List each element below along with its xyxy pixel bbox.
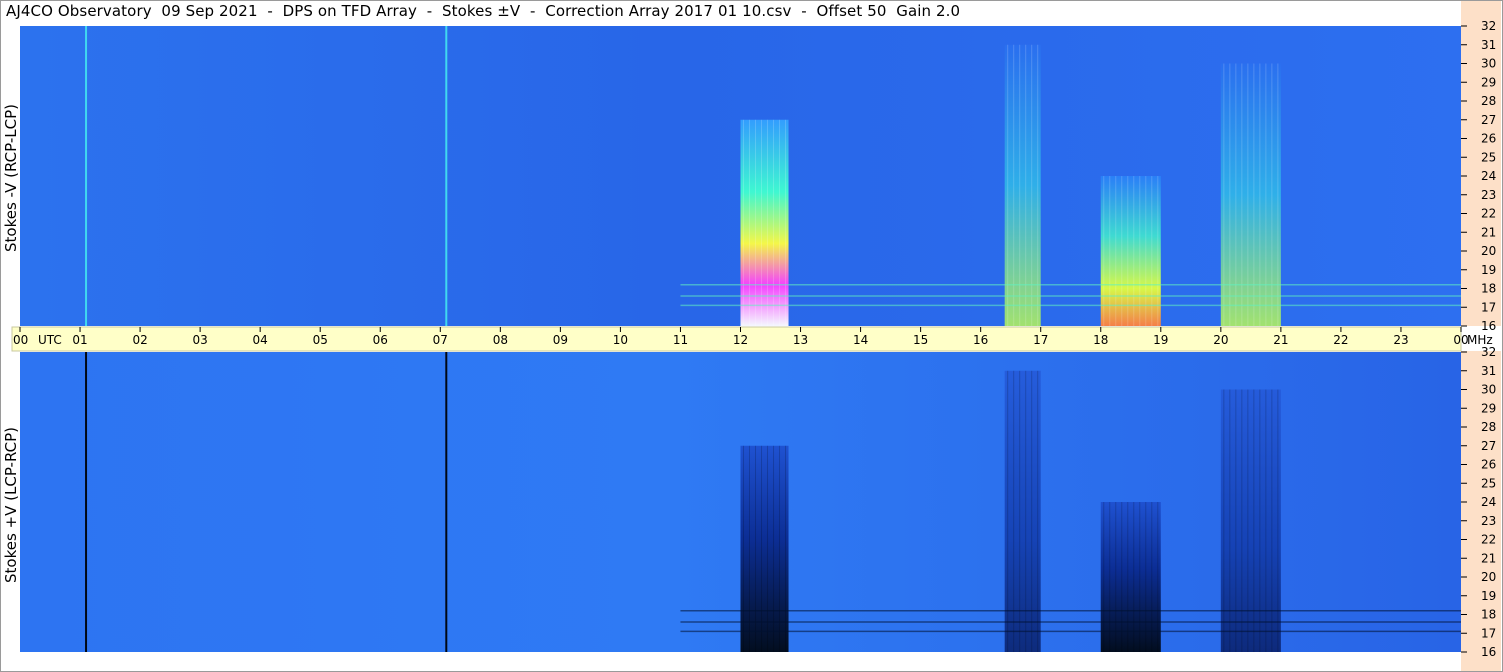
time-tick-label: 17 [1033, 333, 1048, 347]
bottom-freq-tick-label: 19 [1481, 589, 1496, 603]
time-tick-label: 20 [1213, 333, 1228, 347]
utc-label: UTC [38, 333, 62, 347]
time-tick-label: 18 [1093, 333, 1108, 347]
time-tick-label: 22 [1333, 333, 1348, 347]
top-freq-tick-label: 24 [1481, 169, 1496, 183]
time-tick-label: 23 [1393, 333, 1408, 347]
top-vertical-line-5 [445, 26, 448, 326]
spectrogram-chart: 00 01 02 03 04 05 06 07 08 09 10 11 12 13 14 15 16 17 18 19… [11, 1, 1501, 671]
top-freq-tick-label: 22 [1481, 207, 1496, 221]
bottom-panel [20, 352, 1461, 652]
bottom-freq-tick-label: 25 [1481, 476, 1496, 490]
time-tick-label: 16 [973, 333, 988, 347]
bottom-freq-tick-label: 24 [1481, 495, 1496, 509]
bottom-freq-tick-label: 23 [1481, 514, 1496, 528]
time-tick-label: 07 [433, 333, 448, 347]
time-tick-label: 04 [253, 333, 268, 347]
top-freq-tick-label: 19 [1481, 263, 1496, 277]
time-tick-label: 15 [913, 333, 928, 347]
time-tick-label: 21 [1273, 333, 1288, 347]
bottom-vertical-line-5 [445, 352, 448, 652]
bottom-freq-tick-label: 16 [1481, 645, 1496, 659]
bottom-freq-tick-label: 26 [1481, 458, 1496, 472]
bottom-freq-tick-label: 18 [1481, 608, 1496, 622]
time-tick-label: 06 [373, 333, 388, 347]
top-freq-tick-label: 32 [1481, 19, 1496, 33]
top-freq-tick-label: 28 [1481, 94, 1496, 108]
time-tick-label: 02 [132, 333, 147, 347]
bottom-freq-tick-label: 31 [1481, 364, 1496, 378]
time-tick-label: 10 [613, 333, 628, 347]
time-tick-label: 12 [733, 333, 748, 347]
top-freq-tick-label: 16 [1481, 319, 1496, 333]
top-freq-tick-label: 17 [1481, 300, 1496, 314]
time-tick-label: 13 [793, 333, 808, 347]
bottom-burst-0 [740, 445, 789, 652]
bottom-freq-tick-label: 28 [1481, 420, 1496, 434]
time-tick-label: 05 [313, 333, 328, 347]
top-freq-tick-label: 30 [1481, 57, 1496, 71]
time-tick-label: 11 [673, 333, 688, 347]
bottom-freq-tick-label: 27 [1481, 439, 1496, 453]
time-tick-label: 03 [192, 333, 207, 347]
time-tick-label: 01 [72, 333, 87, 347]
bottom-freq-tick-label: 30 [1481, 383, 1496, 397]
bottom-freq-tick-label: 29 [1481, 401, 1496, 415]
top-freq-tick-label: 23 [1481, 188, 1496, 202]
time-tick-label: 19 [1153, 333, 1168, 347]
time-tick-label: 09 [553, 333, 568, 347]
top-freq-tick-label: 31 [1481, 38, 1496, 52]
top-freq-tick-label: 26 [1481, 132, 1496, 146]
time-tick-label: 14 [853, 333, 868, 347]
top-freq-tick-label: 18 [1481, 282, 1496, 296]
time-tick-label: 08 [493, 333, 508, 347]
top-burst-0 [740, 119, 789, 326]
bottom-burst-1 [1004, 370, 1041, 652]
bottom-vertical-line-4 [85, 352, 88, 652]
bottom-freq-tick-label: 17 [1481, 626, 1496, 640]
top-freq-tick-label: 20 [1481, 244, 1496, 258]
top-freq-tick-label: 27 [1481, 113, 1496, 127]
top-freq-tick-label: 29 [1481, 75, 1496, 89]
top-panel [20, 26, 1461, 326]
bottom-frequency-axis-band [1461, 351, 1501, 671]
top-freq-tick-label: 21 [1481, 225, 1496, 239]
top-freq-tick-label: 25 [1481, 150, 1496, 164]
top-burst-1 [1004, 44, 1041, 326]
time-tick-label: 00 [13, 333, 28, 347]
bottom-freq-tick-label: 21 [1481, 551, 1496, 565]
bottom-freq-tick-label: 32 [1481, 345, 1496, 359]
bottom-freq-tick-label: 20 [1481, 570, 1496, 584]
bottom-freq-tick-label: 22 [1481, 533, 1496, 547]
top-vertical-line-4 [85, 26, 88, 326]
